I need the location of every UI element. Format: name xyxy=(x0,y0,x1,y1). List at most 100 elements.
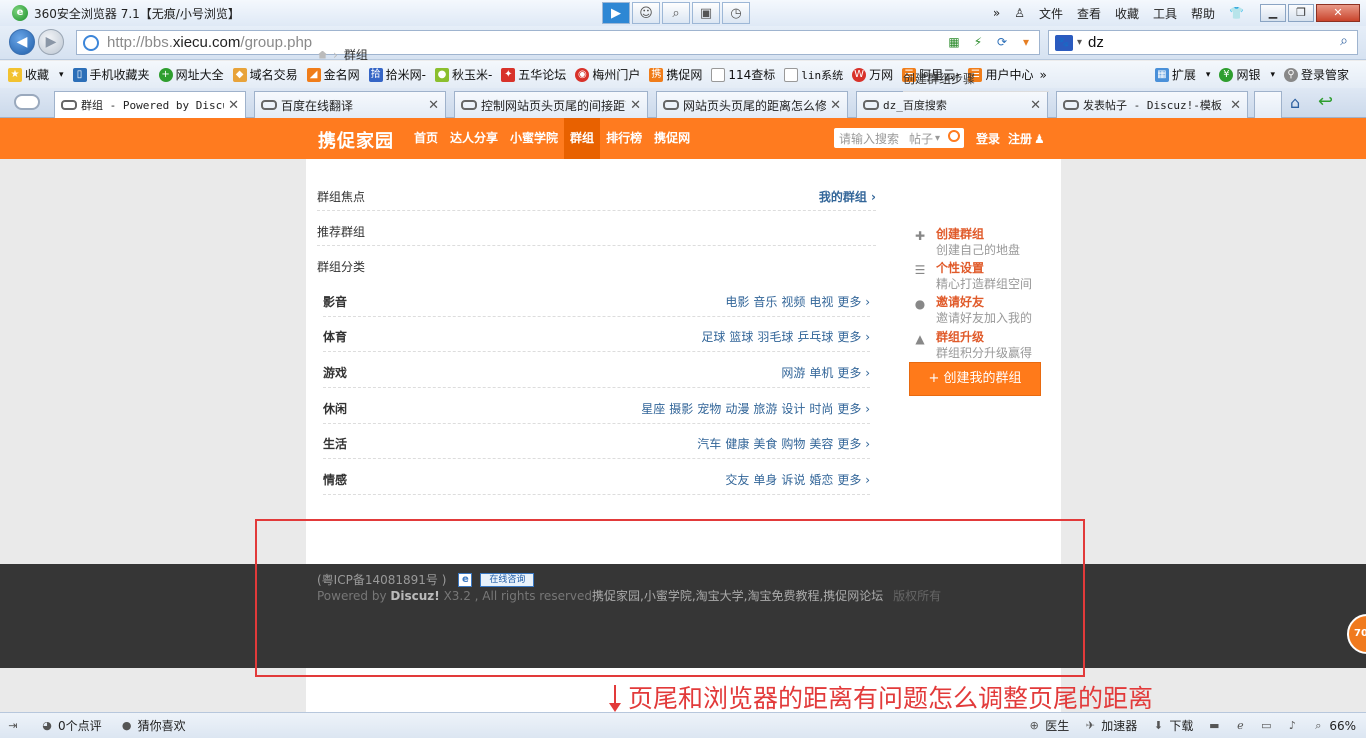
close-tab-icon[interactable]: ✕ xyxy=(630,98,641,113)
favorite-item[interactable]: + 网址大全 xyxy=(158,66,224,83)
search-mode-select[interactable]: 帖子 xyxy=(909,130,933,147)
register-link[interactable]: 注册 xyxy=(1008,132,1032,146)
favorite-item[interactable]: 拾拾米网- xyxy=(368,66,426,83)
close-button[interactable]: ✕ xyxy=(1316,4,1360,22)
chevron-down-icon[interactable]: ▾ xyxy=(935,133,940,144)
icp-link[interactable]: (粤ICP备14081891号 ) xyxy=(317,571,446,588)
menu-tools[interactable]: 工具 xyxy=(1153,5,1177,22)
search-icon[interactable] xyxy=(948,130,960,142)
url-text[interactable]: http://bbs.xiecu.com/group.php xyxy=(107,34,312,51)
qq-icon[interactable]: ♟ xyxy=(1034,132,1045,146)
close-tab-icon[interactable]: ✕ xyxy=(1230,98,1241,113)
favorite-item[interactable]: lin系统 xyxy=(784,67,843,83)
skin-icon[interactable]: 👕 xyxy=(1229,6,1244,20)
close-tab-icon[interactable]: ✕ xyxy=(228,98,239,113)
category-name[interactable]: 情感 xyxy=(323,471,347,488)
menu-view[interactable]: 查看 xyxy=(1077,5,1101,22)
doctor-icon[interactable]: ⊕ xyxy=(1027,719,1041,733)
mask-icon[interactable]: ▬ xyxy=(1207,719,1221,733)
video-icon[interactable]: ▶ xyxy=(602,2,630,24)
qrcode-icon[interactable]: ▦ xyxy=(945,33,963,51)
tab-baidu-translate[interactable]: 百度在线翻译 ✕ xyxy=(254,91,446,118)
chevron-down-icon[interactable]: ▾ xyxy=(59,70,64,80)
comment-count[interactable]: 0个点评 xyxy=(58,717,102,734)
favorite-item[interactable]: ◢ 金名网 xyxy=(306,66,360,83)
more-arrows-icon[interactable]: » xyxy=(993,6,1000,20)
home-icon[interactable] xyxy=(318,50,327,59)
minimize-button[interactable]: ▁ xyxy=(1260,4,1286,22)
nav-talent-share[interactable]: 达人分享 xyxy=(444,118,504,159)
undo-close-icon[interactable]: ↩ xyxy=(1318,91,1333,112)
tab-dz-search[interactable]: dz_百度搜索 ✕ xyxy=(856,91,1048,118)
forward-button[interactable]: ▶ xyxy=(38,29,64,55)
category-name[interactable]: 影音 xyxy=(323,293,347,310)
online-consult-badge[interactable]: 在线咨询 xyxy=(480,572,535,587)
menu-file[interactable]: 文件 xyxy=(1039,5,1063,22)
menu-help[interactable]: 帮助 xyxy=(1191,5,1215,22)
more-link[interactable]: 更多 › xyxy=(837,402,870,416)
page-info-icon[interactable] xyxy=(83,34,99,51)
comment-icon[interactable]: ◕ xyxy=(40,719,54,733)
bank-button[interactable]: ¥ 网银 ▾ xyxy=(1219,66,1275,83)
dropdown-icon[interactable]: ▾ xyxy=(1017,33,1035,51)
extensions-button[interactable]: ▦ 扩展 ▾ xyxy=(1154,66,1211,83)
baidu-engine-icon[interactable]: 🐾 xyxy=(1055,34,1073,51)
login-link[interactable]: 登录 xyxy=(976,132,1000,146)
home-icon[interactable]: ⌂ xyxy=(1290,93,1300,112)
favorite-item-collect[interactable]: ★ 收藏 ▾ xyxy=(8,66,64,83)
favorite-item[interactable]: 携携促网 xyxy=(649,66,702,83)
favorite-item[interactable]: ◉ 梅州门户 xyxy=(575,66,640,83)
favorite-item[interactable]: ▯ 手机收藏夹 xyxy=(72,66,150,83)
nav-home[interactable]: 首页 xyxy=(408,118,444,159)
favorite-item[interactable]: ● 秋玉米- xyxy=(434,66,492,83)
volume-icon[interactable]: ♪ xyxy=(1285,719,1299,733)
nav-xiecu[interactable]: 携促网 xyxy=(648,118,696,159)
more-link[interactable]: 更多 › xyxy=(837,295,870,309)
category-name[interactable]: 游戏 xyxy=(323,364,347,381)
ie-icon[interactable]: e xyxy=(458,572,473,587)
more-link[interactable]: 更多 › xyxy=(837,366,870,380)
search-box[interactable]: 🐾 ▾ dz ⌕ xyxy=(1048,30,1358,55)
favorite-item[interactable]: ◆ 域名交易 xyxy=(232,66,298,83)
back-button[interactable]: ◀ xyxy=(9,29,35,55)
refresh-icon[interactable]: ⟳ xyxy=(993,33,1011,51)
create-group-button[interactable]: + 创建我的群组 xyxy=(909,362,1041,396)
site-search-input[interactable]: 请输入搜索 xyxy=(839,130,903,147)
my-groups-link[interactable]: 我的群组 › xyxy=(819,188,876,205)
engine-dropdown-icon[interactable]: ▾ xyxy=(1077,37,1082,48)
site-logo[interactable]: 携促家园 xyxy=(318,127,394,153)
close-tab-icon[interactable]: ✕ xyxy=(830,98,841,113)
close-tab-icon[interactable]: ✕ xyxy=(1030,98,1041,113)
cloud-icon[interactable] xyxy=(14,94,40,110)
nav-academy[interactable]: 小蜜学院 xyxy=(504,118,564,159)
speed-icon[interactable]: ⚡ xyxy=(969,33,987,51)
discuz-link[interactable]: Discuz! xyxy=(390,589,439,603)
nav-ranking[interactable]: 排行榜 xyxy=(600,118,648,159)
new-tab-button[interactable] xyxy=(1254,91,1282,118)
more-link[interactable]: 更多 › xyxy=(837,330,870,344)
tab-footer-distance[interactable]: 网站页头页尾的距离怎么修改 ✕ xyxy=(656,91,848,118)
account-icon[interactable]: ♙ xyxy=(1014,6,1025,20)
site-search[interactable]: 请输入搜索 帖子 ▾ xyxy=(834,128,964,148)
user-icon[interactable]: ☺ xyxy=(632,2,660,24)
zoom-level[interactable]: 66% xyxy=(1329,719,1356,733)
nav-groups[interactable]: 群组 xyxy=(564,118,601,159)
chevron-down-icon[interactable]: ▾ xyxy=(1206,70,1211,80)
close-tab-icon[interactable]: ✕ xyxy=(428,98,439,113)
search-icon[interactable]: ⌕ xyxy=(662,2,690,24)
favorite-item[interactable]: ✦ 五华论坛 xyxy=(501,66,566,83)
ie-mode-icon[interactable]: ℯ xyxy=(1233,719,1247,733)
window-icon[interactable]: ▭ xyxy=(1259,719,1273,733)
tab-header-spacing[interactable]: 控制网站页头页尾的间接距离 ✕ xyxy=(454,91,648,118)
search-input[interactable]: dz xyxy=(1088,34,1104,51)
category-name[interactable]: 生活 xyxy=(323,435,347,452)
footer-links[interactable]: 携促家园,小蜜学院,淘宝大学,淘宝免费教程,携促网论坛 xyxy=(592,589,883,603)
favorite-item[interactable]: 114查标 xyxy=(711,66,775,83)
download-icon[interactable]: ⬇ xyxy=(1151,719,1165,733)
menu-favorites[interactable]: 收藏 xyxy=(1115,5,1139,22)
login-manager-button[interactable]: ⚲ 登录管家 xyxy=(1283,66,1349,83)
sidebar-toggle-icon[interactable]: ⇥ xyxy=(6,719,20,733)
zoom-icon[interactable]: ⌕ xyxy=(1311,719,1325,733)
breadcrumb-groups[interactable]: 群组 xyxy=(344,46,368,63)
favorite-item[interactable]: W 万网 xyxy=(852,66,893,83)
